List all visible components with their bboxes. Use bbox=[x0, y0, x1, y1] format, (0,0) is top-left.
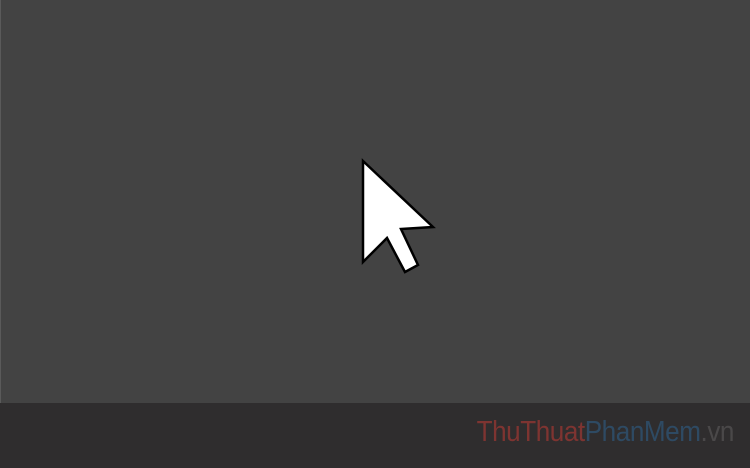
mouse-pointer-arrow-icon bbox=[361, 158, 436, 274]
watermark-part-phanmem: PhanMem bbox=[584, 416, 701, 448]
watermark-logo: ThuThuatPhanMem.vn bbox=[476, 416, 735, 448]
screen: ThuThuatPhanMem.vn bbox=[0, 0, 750, 468]
watermark-part-thuthuat: ThuThuat bbox=[476, 416, 586, 448]
watermark-part-domain: .vn bbox=[700, 416, 735, 448]
